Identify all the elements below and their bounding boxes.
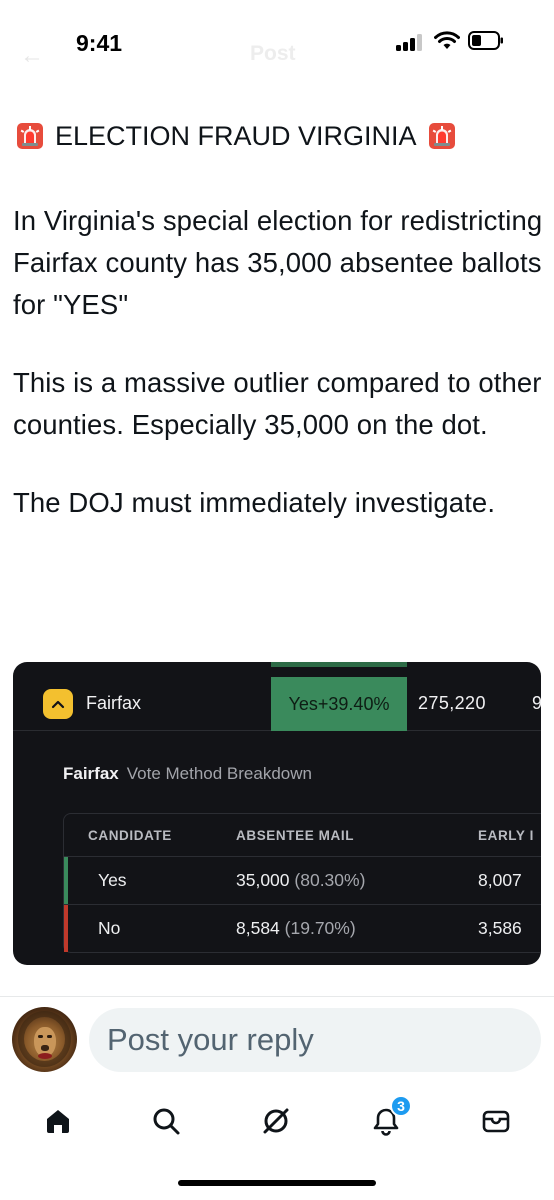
back-arrow-icon[interactable]: ← [20, 42, 44, 70]
total-votes: 275,220 [418, 693, 486, 713]
status-time: 9:41 [76, 30, 123, 56]
post-title-text: ELECTION FRAUD VIRGINIA [55, 121, 417, 151]
nav-messages[interactable] [474, 1099, 518, 1143]
police-siren-icon [17, 123, 43, 149]
nav-notifications[interactable]: 3 [364, 1095, 412, 1143]
absentee-cell: 8,584 (19.70%) [236, 918, 356, 938]
post-body: ELECTION FRAUD VIRGINIA In Virginia's sp… [13, 110, 543, 524]
early-cell: 3,586 [478, 918, 522, 938]
column-header: ABSENTEE MAIL [236, 828, 355, 843]
battery-icon [468, 31, 503, 50]
nav-grok[interactable] [254, 1099, 298, 1143]
expand-button [43, 689, 73, 719]
wifi-icon [434, 31, 460, 49]
header-title: Post [250, 42, 296, 65]
home-indicator [178, 1180, 376, 1186]
post-paragraph: This is a massive outlier compared to ot… [13, 367, 542, 440]
search-icon [153, 1108, 180, 1135]
candidate-cell: No [98, 918, 121, 938]
divider [0, 996, 554, 997]
absentee-cell: 35,000 (80.30%) [236, 870, 366, 890]
status-bar: ← Post 9:41 [0, 0, 554, 90]
breakdown-heading: Fairfax Vote Method Breakdown [63, 764, 312, 784]
vote-method-table: CANDIDATE ABSENTEE MAIL EARLY I Yes 35,0… [63, 813, 541, 953]
nav-search[interactable] [144, 1099, 188, 1143]
candidate-color-bar [64, 905, 68, 952]
post-image[interactable]: Fairfax Yes+39.40% 275,220 9 Fairfax Vote… [13, 662, 541, 965]
previous-row-fragment [13, 662, 541, 674]
table-row: Yes 35,000 (80.30%) 8,007 [64, 856, 541, 904]
avatar[interactable] [12, 1007, 77, 1072]
table-row: No 8,584 (19.70%) 3,586 [64, 904, 541, 952]
truncated-value: 9 [532, 693, 541, 713]
police-siren-icon [428, 123, 455, 149]
column-header: EARLY I [478, 828, 534, 843]
nav-home[interactable] [36, 1099, 80, 1143]
breakdown-county: Fairfax [63, 764, 119, 783]
early-cell: 8,007 [478, 870, 522, 890]
grok-icon [263, 1108, 289, 1134]
notification-badge: 3 [390, 1095, 412, 1117]
post-headline: ELECTION FRAUD VIRGINIA [13, 110, 543, 162]
candidate-color-bar [64, 857, 68, 904]
county-name: Fairfax [86, 693, 142, 713]
breakdown-label: Vote Method Breakdown [126, 764, 312, 783]
reply-input[interactable] [89, 1008, 541, 1072]
home-icon [47, 1110, 69, 1133]
messages-icon [482, 1110, 510, 1133]
chevron-up-icon [51, 700, 65, 709]
bottom-nav: 3 [0, 1085, 554, 1155]
post-paragraph: The DOJ must immediately investigate. [13, 487, 496, 518]
candidate-cell: Yes [98, 870, 127, 890]
cellular-signal-icon [396, 33, 426, 51]
post-paragraph: In Virginia's special election for redis… [13, 205, 543, 320]
column-header: CANDIDATE [88, 828, 172, 843]
county-result-row: Fairfax Yes+39.40% 275,220 9 [13, 677, 541, 731]
result-badge: Yes+39.40% [271, 677, 407, 731]
